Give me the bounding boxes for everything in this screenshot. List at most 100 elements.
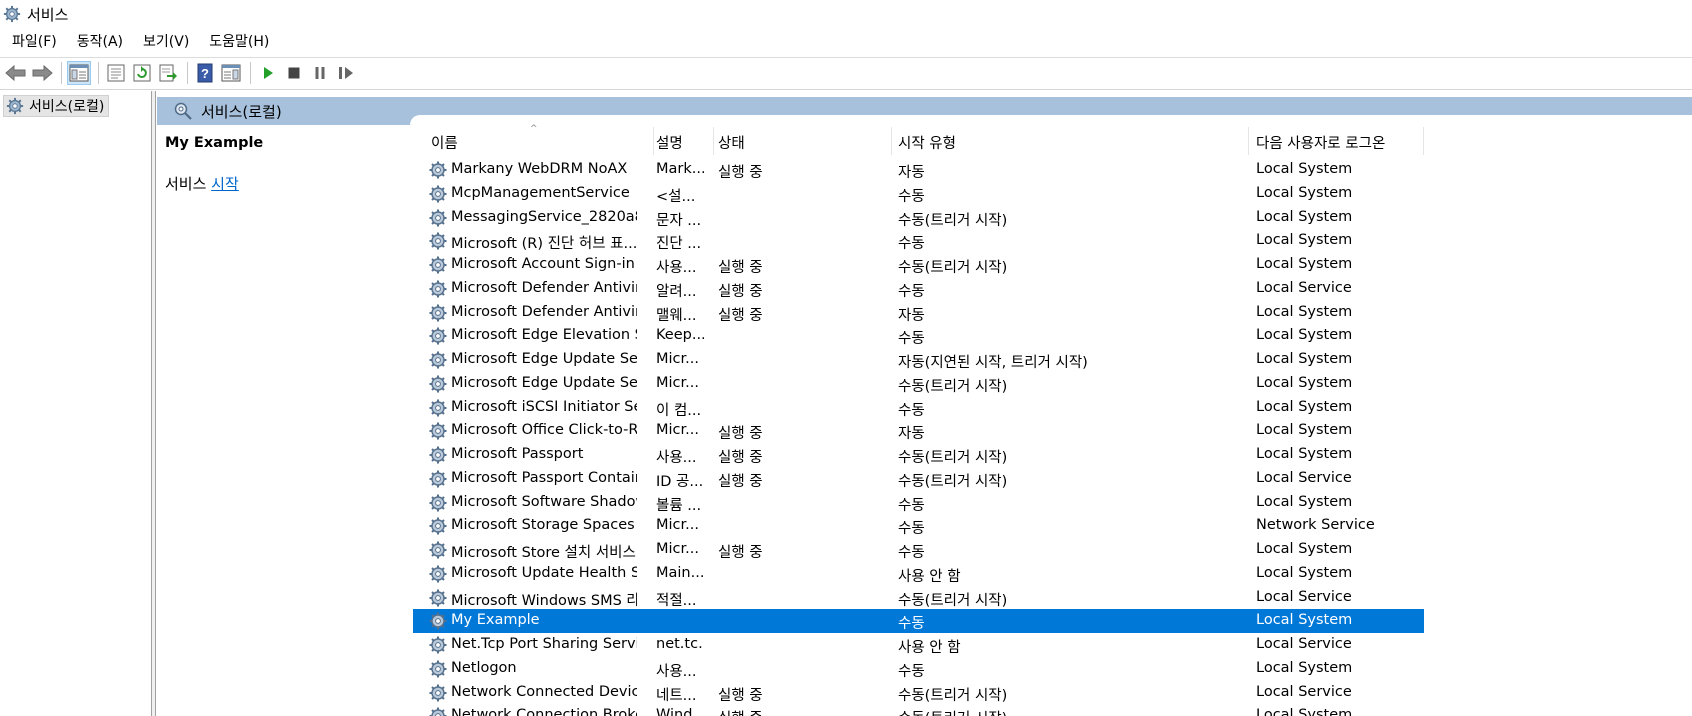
start-service-link[interactable]: 시작 <box>211 175 239 193</box>
show-console-tree-button[interactable] <box>67 61 91 85</box>
service-startup-type: 수동 <box>898 402 925 419</box>
service-startup-type: 사용 안 함 <box>898 568 961 585</box>
service-name: Microsoft Office Click-to-Ru... <box>451 422 637 439</box>
column-divider[interactable] <box>891 127 892 155</box>
service-row[interactable]: Microsoft Edge Update Serv... Micr... 수동(트… <box>413 372 1424 396</box>
column-header-log-on-as[interactable]: 다음 사용자로 로그온 <box>1256 132 1385 153</box>
service-startup-type: 자동 <box>898 426 925 443</box>
service-description: <설... <box>656 188 696 205</box>
console-tree: 서비스(로컬) <box>0 91 152 716</box>
column-header-startup-type[interactable]: 시작 유형 <box>898 132 956 153</box>
start-service-button[interactable] <box>256 61 280 85</box>
refresh-button[interactable] <box>130 61 154 85</box>
column-header-name[interactable]: 이름 <box>431 132 458 153</box>
column-divider[interactable] <box>713 127 714 155</box>
service-name: Network Connection Broker <box>451 707 637 716</box>
back-arrow-icon <box>5 64 26 82</box>
service-row[interactable]: Microsoft Passport 사용... 실행 중 수동(트리거 시작) Loc… <box>413 443 1424 467</box>
service-log-on-as: Local System <box>1256 612 1353 629</box>
service-startup-type: 수동 <box>898 236 925 253</box>
menu-help[interactable]: 도움말(H) <box>200 31 278 55</box>
stop-service-button[interactable] <box>282 61 306 85</box>
export-list-button[interactable] <box>156 61 180 85</box>
help-icon: ? <box>197 63 213 83</box>
service-row[interactable]: Microsoft (R) 진단 허브 표... 진단 ... 수동 Local Sy… <box>413 229 1424 253</box>
service-log-on-as: Local System <box>1256 184 1353 201</box>
resume-service-button[interactable] <box>334 61 358 85</box>
toolbar-separator <box>250 62 251 84</box>
service-row[interactable]: Netlogon 사용... 수동 Local System <box>413 657 1424 681</box>
show-action-pane-button[interactable] <box>219 61 243 85</box>
services-gear-icon <box>6 97 24 115</box>
service-row[interactable]: Microsoft Edge Update Serv... Micr... 자동(지… <box>413 348 1424 372</box>
menu-view[interactable]: 보기(V) <box>134 31 198 55</box>
service-gear-icon <box>429 327 447 345</box>
service-gear-icon <box>429 612 447 630</box>
service-row[interactable]: McpManagementService <설... 수동 Local System <box>413 182 1424 206</box>
column-divider[interactable] <box>1248 127 1249 155</box>
service-row[interactable]: Network Connected Devices... 네트... 실행 중 수동(… <box>413 681 1424 705</box>
forward-arrow-icon <box>32 64 53 82</box>
column-header-status[interactable]: 상태 <box>718 132 745 153</box>
service-gear-icon <box>429 185 447 203</box>
pause-service-icon <box>315 67 325 79</box>
service-row[interactable]: MessagingService_2820a8 문자 ... 수동(트리거 시작) L… <box>413 206 1424 230</box>
menu-file[interactable]: 파일(F) <box>3 31 66 55</box>
service-description: Main... <box>656 564 704 581</box>
service-row[interactable]: Microsoft Store 설치 서비스 Micr... 실행 중 수동 Local… <box>413 538 1424 562</box>
back-button[interactable] <box>4 61 28 85</box>
service-log-on-as: Local System <box>1256 564 1353 581</box>
properties-button[interactable] <box>104 61 128 85</box>
service-row[interactable]: Microsoft Passport Container ID 공... 실행 중 수… <box>413 467 1424 491</box>
service-row[interactable]: Network Connection Broker Wind... 실행 중 수동(트… <box>413 704 1424 716</box>
service-startup-type: 수동(트리거 시작) <box>898 687 1008 704</box>
service-gear-icon <box>429 256 447 274</box>
service-row[interactable]: Markany WebDRM NoAX Mark... 실행 중 자동 Local Sy… <box>413 158 1424 182</box>
service-description: 사용... <box>656 260 697 276</box>
service-name: McpManagementService <box>451 184 630 201</box>
service-row[interactable]: Microsoft Defender Antiviru... 맬웨... 실행 중 자… <box>413 301 1424 325</box>
column-divider[interactable] <box>653 127 654 155</box>
service-row[interactable]: Microsoft Edge Elevation Se... Keep... 수동 L… <box>413 324 1424 348</box>
service-gear-icon <box>429 517 447 535</box>
service-gear-icon <box>429 161 447 179</box>
service-row[interactable]: Microsoft Office Click-to-Ru... Micr... 실행… <box>413 419 1424 443</box>
service-gear-icon <box>429 232 447 250</box>
forward-button[interactable] <box>30 61 54 85</box>
column-divider[interactable] <box>1423 127 1424 155</box>
service-name: Microsoft Defender Antiviru... <box>451 279 637 296</box>
service-row[interactable]: Microsoft Windows SMS 라... 적절... 수동(트리거 시작… <box>413 586 1424 610</box>
toolbar-separator <box>61 62 62 84</box>
menu-action[interactable]: 동작(A) <box>68 31 132 55</box>
splitter[interactable] <box>152 91 156 716</box>
title-bar: 서비스 <box>0 0 1692 28</box>
service-description: Mark... <box>656 161 704 177</box>
service-startup-type: 사용 안 함 <box>898 640 961 656</box>
help-button[interactable]: ? <box>193 61 217 85</box>
service-row[interactable]: Microsoft Account Sign-in ... 사용... 실행 중 수동… <box>413 253 1424 277</box>
service-status: 실행 중 <box>718 707 798 716</box>
service-row[interactable]: Microsoft iSCSI Initiator Ser... 이 컴... 수동… <box>413 396 1424 420</box>
toolbar-separator <box>187 62 188 84</box>
column-header-description[interactable]: 설명 <box>656 132 683 153</box>
service-row[interactable]: Microsoft Defender Antiviru... 알려... 실행 중 수… <box>413 277 1424 301</box>
service-startup-type: 자동 <box>898 307 925 324</box>
tree-item-services-local[interactable]: 서비스(로컬) <box>3 95 110 117</box>
service-name: Microsoft Windows SMS 라... <box>451 592 637 609</box>
show-console-tree-icon <box>69 64 89 82</box>
service-row[interactable]: My Example 수동 Local System <box>413 609 1424 633</box>
service-row[interactable]: Microsoft Storage Spaces S... Micr... 수동 Ne… <box>413 514 1424 538</box>
service-log-on-as: Local System <box>1256 493 1353 510</box>
service-name: Microsoft Account Sign-in ... <box>451 256 637 272</box>
service-row[interactable]: Microsoft Update Health Se... Main... 사용 안… <box>413 562 1424 586</box>
service-gear-icon <box>429 280 447 298</box>
pause-service-button[interactable] <box>308 61 332 85</box>
service-status: 실행 중 <box>718 545 763 561</box>
service-startup-type: 수동(트리거 시작) <box>898 450 1008 466</box>
service-row[interactable]: Microsoft Software Shadow... 볼륨 ... 수동 Loca… <box>413 491 1424 515</box>
service-startup-type: 수동(트리거 시작) <box>898 473 1008 490</box>
service-name: My Example <box>451 612 540 629</box>
service-name: Microsoft Software Shadow... <box>451 493 637 510</box>
service-name: Microsoft Update Health Se... <box>451 564 637 581</box>
service-row[interactable]: Net.Tcp Port Sharing Service net.tc... 사용 … <box>413 633 1424 657</box>
